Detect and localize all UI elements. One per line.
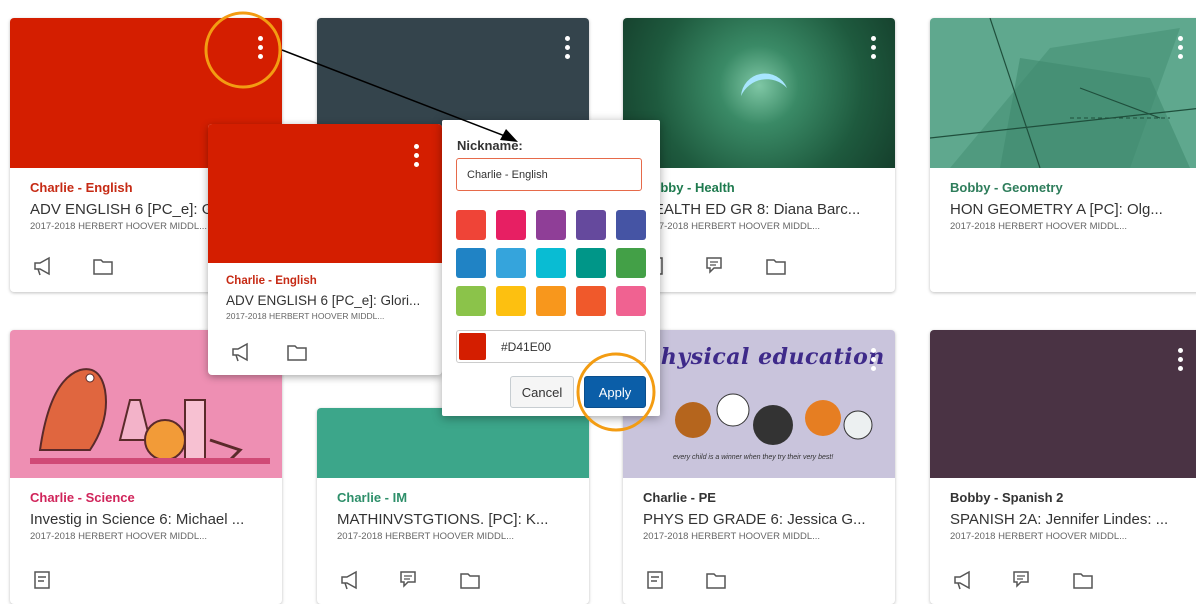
discussions-icon[interactable] bbox=[399, 570, 421, 590]
card-nickname: Charlie - English bbox=[226, 275, 317, 287]
assignments-icon[interactable] bbox=[645, 570, 667, 590]
more-options-icon[interactable] bbox=[256, 36, 264, 62]
hex-color-field[interactable]: #D41E00 bbox=[456, 330, 646, 363]
card-nickname[interactable]: Charlie - Science bbox=[30, 490, 262, 505]
card-term: 2017-2018 HERBERT HOOVER MIDDL... bbox=[226, 311, 385, 321]
files-icon[interactable] bbox=[92, 256, 114, 276]
card-hero-geometry[interactable] bbox=[930, 18, 1196, 168]
color-swatch[interactable] bbox=[576, 210, 606, 240]
announcements-icon[interactable] bbox=[339, 570, 361, 590]
card-term: 2017-2018 HERBERT HOOVER MIDDL... bbox=[643, 221, 821, 232]
color-swatch[interactable] bbox=[496, 210, 526, 240]
files-icon[interactable] bbox=[705, 570, 727, 590]
color-swatch[interactable] bbox=[536, 248, 566, 278]
nickname-input[interactable] bbox=[456, 158, 642, 191]
more-options-icon[interactable] bbox=[869, 36, 877, 62]
card-nickname[interactable]: Bobby - Spanish 2 bbox=[950, 490, 1182, 505]
card-course-name[interactable]: MATHINVSTGTIONS. [PC]: K... bbox=[337, 511, 569, 528]
color-picker-popover: Nickname: #D41E00 Cancel Apply bbox=[442, 120, 660, 416]
announcements-icon[interactable] bbox=[952, 570, 974, 590]
card-course-name[interactable]: Investig in Science 6: Michael ... bbox=[30, 511, 262, 528]
card-hero-spanish[interactable] bbox=[930, 330, 1196, 478]
files-icon[interactable] bbox=[459, 570, 481, 590]
card-term: 2017-2018 HERBERT HOOVER MIDDL... bbox=[950, 221, 1128, 232]
files-icon bbox=[286, 342, 308, 362]
discussions-icon[interactable] bbox=[1012, 570, 1034, 590]
geometry-planes-image bbox=[930, 18, 1196, 168]
card-nickname[interactable]: Charlie - IM bbox=[337, 490, 569, 505]
hex-color-value[interactable]: #D41E00 bbox=[501, 340, 551, 354]
more-options-icon[interactable] bbox=[563, 36, 571, 62]
nickname-label: Nickname: bbox=[457, 138, 523, 153]
color-swatch[interactable] bbox=[576, 248, 606, 278]
card-course-name[interactable]: SPANISH 2A: Jennifer Lindes: ... bbox=[950, 511, 1182, 528]
color-swatch[interactable] bbox=[576, 286, 606, 316]
card-nickname[interactable]: Charlie - PE bbox=[643, 490, 875, 505]
color-swatch[interactable] bbox=[496, 286, 526, 316]
discussions-icon[interactable] bbox=[705, 256, 727, 276]
card-preview-hero bbox=[208, 124, 442, 263]
files-icon[interactable] bbox=[1072, 570, 1094, 590]
announcements-icon[interactable] bbox=[32, 256, 54, 276]
course-card-spanish[interactable]: Bobby - Spanish 2 SPANISH 2A: Jennifer L… bbox=[930, 330, 1196, 604]
card-nickname[interactable]: Bobby - Health bbox=[643, 180, 875, 195]
apply-button[interactable]: Apply bbox=[584, 376, 646, 408]
color-swatch[interactable] bbox=[616, 210, 646, 240]
card-course-name[interactable]: HEALTH ED GR 8: Diana Barc... bbox=[643, 201, 875, 218]
pe-banner-motto: every child is a winner when they try th… bbox=[673, 454, 834, 461]
cancel-button[interactable]: Cancel bbox=[510, 376, 574, 408]
card-term: 2017-2018 HERBERT HOOVER MIDDL... bbox=[643, 531, 821, 542]
color-swatch[interactable] bbox=[456, 286, 486, 316]
color-swatch-grid bbox=[456, 210, 646, 316]
more-options-icon[interactable] bbox=[1176, 348, 1184, 374]
color-swatch[interactable] bbox=[456, 210, 486, 240]
more-options-icon[interactable] bbox=[412, 144, 420, 170]
card-preview: Charlie - English ADV ENGLISH 6 [PC_e]: … bbox=[208, 124, 442, 375]
card-term: 2017-2018 HERBERT HOOVER MIDDL... bbox=[950, 531, 1128, 542]
course-card-health[interactable]: Bobby - Health HEALTH ED GR 8: Diana Bar… bbox=[623, 18, 895, 292]
course-card-geometry[interactable]: Bobby - Geometry HON GEOMETRY A [PC]: Ol… bbox=[930, 18, 1196, 292]
course-card-pe[interactable]: physical education every child is a winn… bbox=[623, 330, 895, 604]
assignments-icon[interactable] bbox=[32, 570, 54, 590]
card-term: 2017-2018 HERBERT HOOVER MIDDL... bbox=[337, 531, 515, 542]
card-hero-pe[interactable]: physical education every child is a winn… bbox=[623, 330, 895, 478]
card-hero-health[interactable] bbox=[623, 18, 895, 168]
card-nickname[interactable]: Bobby - Geometry bbox=[950, 180, 1182, 195]
color-swatch[interactable] bbox=[616, 286, 646, 316]
color-swatch[interactable] bbox=[616, 248, 646, 278]
color-swatch[interactable] bbox=[536, 210, 566, 240]
card-course-name[interactable]: PHYS ED GRADE 6: Jessica G... bbox=[643, 511, 875, 528]
card-term: 2017-2018 HERBERT HOOVER MIDDL... bbox=[30, 531, 208, 542]
more-options-icon[interactable] bbox=[869, 348, 877, 374]
color-swatch[interactable] bbox=[536, 286, 566, 316]
card-course-name: ADV ENGLISH 6 [PC_e]: Glori... bbox=[226, 293, 421, 308]
announcements-icon bbox=[230, 342, 252, 362]
files-icon[interactable] bbox=[765, 256, 787, 276]
color-swatch[interactable] bbox=[496, 248, 526, 278]
eclipse-image bbox=[741, 73, 787, 96]
card-hero-im[interactable] bbox=[317, 408, 589, 478]
more-options-icon[interactable] bbox=[1176, 36, 1184, 62]
card-course-name[interactable]: HON GEOMETRY A [PC]: Olg... bbox=[950, 201, 1182, 218]
selected-color-chip bbox=[459, 333, 486, 360]
course-card-im[interactable]: Charlie - IM MATHINVSTGTIONS. [PC]: K...… bbox=[317, 408, 589, 604]
color-swatch[interactable] bbox=[456, 248, 486, 278]
